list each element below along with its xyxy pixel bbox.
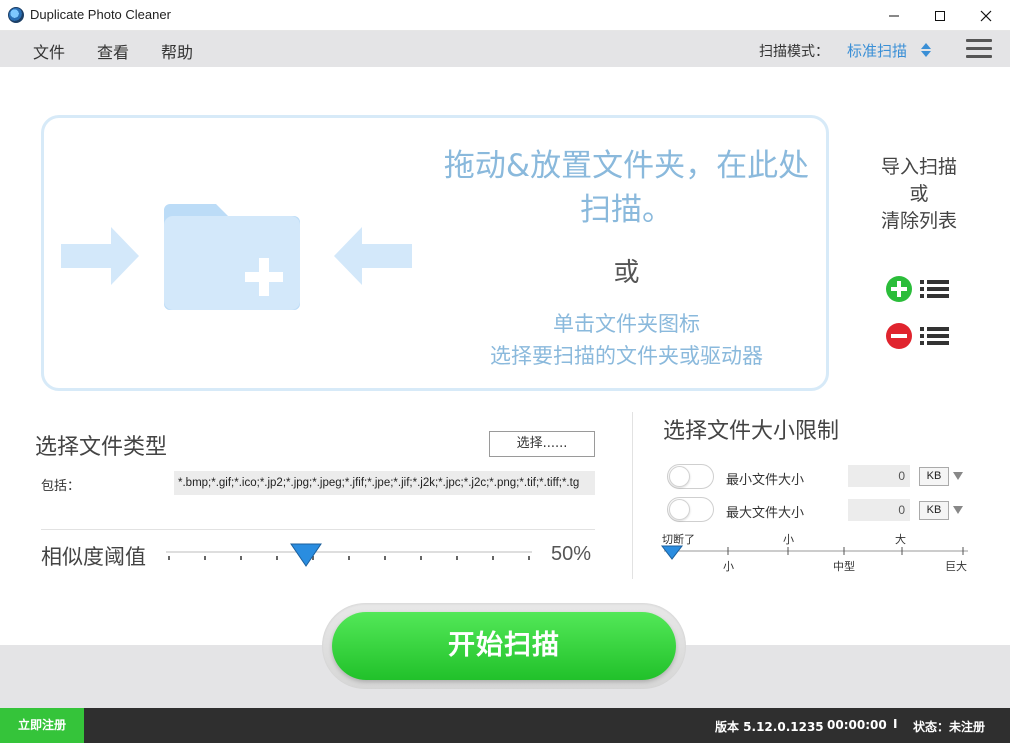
drop-hint: 单击文件夹图标 选择要扫描的文件夹或驱动器	[439, 308, 814, 372]
menu-file[interactable]: 文件	[33, 39, 65, 63]
arrow-right-icon	[61, 227, 139, 285]
arrow-left-icon	[334, 227, 412, 285]
toggle-knob	[669, 466, 690, 487]
version-text: 版本 5.12.0.1235	[715, 720, 824, 734]
updown-arrows-icon[interactable]	[920, 42, 932, 58]
min-unit-select[interactable]: KB	[919, 467, 949, 486]
similarity-slider[interactable]	[166, 540, 532, 572]
size-limit-heading: 选择文件大小限制	[663, 419, 840, 444]
window-title: Duplicate Photo Cleaner	[30, 7, 171, 22]
min-size-input[interactable]: 0	[848, 465, 910, 487]
drop-or-text: 或	[613, 258, 640, 288]
menu-view[interactable]: 查看	[97, 39, 129, 63]
folder-add-icon[interactable]	[164, 200, 300, 310]
max-size-toggle[interactable]	[667, 497, 714, 522]
clear-list-text: 清除列表	[880, 210, 957, 232]
maximize-icon	[935, 10, 945, 21]
drop-zone[interactable]: 拖动&放置文件夹，在此处扫描。 或 单击文件夹图标 选择要扫描的文件夹或驱动器	[41, 115, 829, 391]
select-file-types-button[interactable]: 选择......	[489, 431, 595, 457]
slider-thumb[interactable]	[290, 543, 322, 567]
menu-bar: 文件 查看 帮助 扫描模式： 标准扫描	[0, 31, 1010, 67]
divider	[41, 529, 595, 530]
title-bar: Duplicate Photo Cleaner	[0, 0, 1010, 31]
drop-title: 拖动&放置文件夹，在此处扫描。	[443, 148, 810, 228]
close-icon	[980, 10, 992, 21]
import-list-icon[interactable]	[884, 273, 954, 305]
app-icon	[8, 7, 24, 23]
elapsed-time: 00:00:00	[827, 718, 887, 732]
scan-mode-select[interactable]: 标准扫描	[847, 40, 907, 61]
minimize-button[interactable]	[871, 0, 917, 31]
status-bar: 立即注册 版本 5.12.0.1235 00:00:00 I 状态：未注册	[0, 708, 1010, 743]
close-button[interactable]	[963, 0, 1009, 31]
dropdown-arrow-icon[interactable]	[952, 471, 964, 481]
scale-label-huge: 巨大	[945, 560, 967, 573]
file-type-heading: 选择文件类型	[35, 435, 168, 460]
scale-label-medium: 中型	[833, 560, 855, 573]
import-clear-label: 导入扫描 或 清除列表	[858, 154, 980, 235]
maximize-button[interactable]	[917, 0, 963, 31]
import-scan-text: 导入扫描	[880, 156, 957, 178]
hamburger-menu-icon[interactable]	[966, 39, 992, 59]
status-separator: I	[893, 717, 898, 731]
toggle-knob	[669, 499, 690, 520]
menu-help[interactable]: 帮助	[161, 39, 193, 63]
drop-hint-line2: 选择要扫描的文件夹或驱动器	[490, 344, 763, 368]
include-label: 包括：	[41, 479, 81, 494]
min-size-toggle[interactable]	[667, 464, 714, 489]
scan-mode-label: 扫描模式：	[759, 44, 829, 60]
include-extensions-field[interactable]: *.bmp;*.gif;*.ico;*.jp2;*.jpg;*.jpeg;*.j…	[174, 471, 595, 495]
dropdown-arrow-icon[interactable]	[952, 505, 964, 515]
scale-label-small: 小	[723, 560, 734, 573]
max-size-input[interactable]: 0	[848, 499, 910, 521]
vertical-divider	[632, 412, 633, 579]
size-scale-thumb[interactable]	[660, 545, 684, 560]
drop-hint-line1: 单击文件夹图标	[553, 312, 700, 336]
register-button[interactable]: 立即注册	[0, 708, 84, 743]
max-size-label: 最大文件大小	[726, 506, 805, 521]
registration-status: 状态：未注册	[913, 720, 986, 734]
size-scale-slider[interactable]: 切断了 小 大 小 中型 巨大	[660, 530, 980, 580]
size-scale-track	[660, 545, 968, 560]
or-text: 或	[909, 183, 929, 205]
similarity-label: 相似度阈值	[41, 545, 146, 569]
max-unit-select[interactable]: KB	[919, 501, 949, 520]
min-size-label: 最小文件大小	[726, 473, 805, 488]
minimize-icon	[889, 15, 899, 16]
clear-list-icon[interactable]	[884, 320, 954, 352]
similarity-value: 50%	[551, 543, 592, 565]
start-scan-button[interactable]: 开始扫描	[332, 612, 676, 680]
